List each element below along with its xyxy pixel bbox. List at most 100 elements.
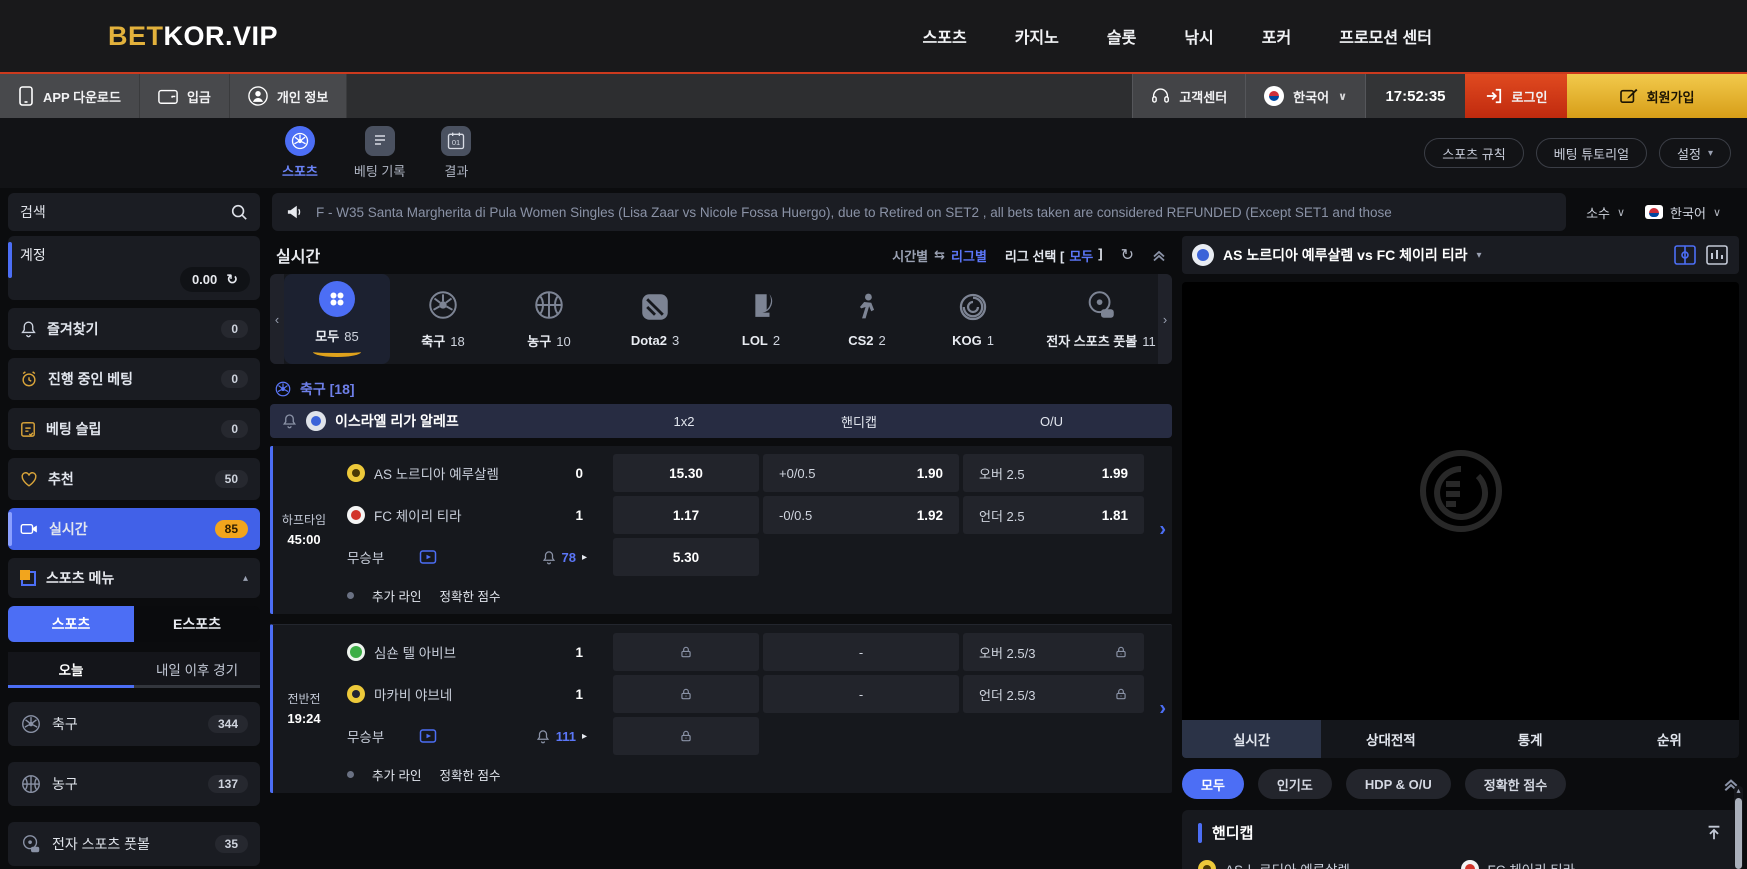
category-football[interactable]: 축구18	[390, 274, 496, 364]
sort-toggle[interactable]: 시간별 ⇆ 리그별	[892, 246, 987, 265]
nav-sports[interactable]: 스포츠	[923, 24, 967, 48]
category-cs2[interactable]: CS22	[814, 274, 920, 364]
sidebar-item-recommended[interactable]: 추천 50	[8, 458, 260, 500]
tab-standings[interactable]: 순위	[1600, 720, 1739, 758]
more-markets-button[interactable]: 78 ▸	[542, 550, 598, 565]
category-efootball[interactable]: 전자 스포츠 풋볼11	[1026, 274, 1158, 364]
filter-hdp-ou[interactable]: HDP & O/U	[1346, 769, 1451, 799]
bell-icon	[536, 729, 550, 744]
more-markets-button[interactable]: 111 ▸	[536, 729, 597, 744]
odds-over[interactable]: 오버 2.51.99	[963, 454, 1144, 492]
profile-button[interactable]: 개인 정보	[230, 74, 347, 118]
nav-fishing[interactable]: 낚시	[1184, 24, 1213, 48]
statistics-icon[interactable]	[1705, 244, 1729, 266]
sidebar-item-open-bets[interactable]: 진행 중인 베팅 0	[8, 358, 260, 400]
tab-head-to-head[interactable]: 상대전적	[1321, 720, 1460, 758]
sport-count: 137	[208, 775, 248, 793]
tab-esports-filter[interactable]: E스포츠	[134, 606, 260, 642]
category-dota2[interactable]: Dota23	[602, 274, 708, 364]
lock-icon	[679, 729, 693, 743]
odds-under-locked: 언더 2.5/3	[963, 675, 1144, 713]
correct-score-link[interactable]: 정확한 점수	[439, 765, 500, 784]
tab-live[interactable]: 실시간	[1182, 720, 1321, 758]
collapse-all-icon[interactable]	[1152, 248, 1166, 262]
sports-menu-header[interactable]: 스포츠 메뉴 ▴	[8, 558, 260, 598]
sports-rules-button[interactable]: 스포츠 규칙	[1424, 138, 1523, 168]
nav-slots[interactable]: 슬롯	[1107, 24, 1136, 48]
ticker-language-selector[interactable]: 한국어 ∨	[1645, 203, 1721, 222]
odds-away-handicap[interactable]: -0/0.51.92	[763, 496, 959, 534]
live-stream-icon[interactable]	[419, 549, 437, 565]
filter-correct-score[interactable]: 정확한 점수	[1465, 769, 1566, 799]
login-button[interactable]: 로그인	[1465, 74, 1567, 118]
brand-logo-suffix: KOR.VIP	[164, 21, 279, 51]
search-input[interactable]	[20, 204, 230, 220]
bell-icon[interactable]	[282, 413, 297, 429]
language-selector[interactable]: 한국어 ∨	[1245, 74, 1365, 118]
scroll-right-arrow[interactable]: ›	[1158, 274, 1172, 364]
sidebar-item-bet-slip[interactable]: 베팅 슬립 0	[8, 408, 260, 450]
markets-count: 78	[562, 550, 576, 565]
scrollbar-up-arrow[interactable]: ▴	[1736, 786, 1740, 796]
category-lol[interactable]: LOL2	[708, 274, 814, 364]
signup-button[interactable]: 회원가입	[1567, 74, 1747, 118]
app-download-button[interactable]: APP 다운로드	[0, 74, 140, 118]
category-all[interactable]: 모두85	[284, 274, 390, 364]
tab-upcoming[interactable]: 내일 이후 경기	[134, 652, 260, 688]
balance-value: 0.00	[192, 272, 217, 287]
odds-away-handicap-empty: -	[763, 675, 959, 713]
settings-button[interactable]: 설정▾	[1659, 138, 1731, 168]
deposit-button[interactable]: 입금	[140, 74, 230, 118]
brand-logo[interactable]: BETKOR.VIP	[108, 21, 278, 52]
pitch-view-icon[interactable]	[1673, 244, 1697, 266]
caret-right-icon: ▸	[582, 552, 587, 563]
scroll-left-arrow[interactable]: ‹	[270, 274, 284, 364]
category-kog[interactable]: KOG1	[920, 274, 1026, 364]
panel-scrollbar[interactable]: ▴	[1734, 786, 1743, 869]
tab-sports[interactable]: 스포츠	[282, 126, 318, 180]
login-label: 로그인	[1512, 87, 1548, 106]
tab-bet-history[interactable]: 베팅 기록	[354, 126, 405, 180]
pin-to-top-icon[interactable]	[1705, 824, 1723, 842]
filter-popular[interactable]: 인기도	[1258, 769, 1332, 799]
odds-home-handicap[interactable]: +0/0.51.90	[763, 454, 959, 492]
category-count: 11	[1142, 334, 1156, 349]
deposit-label: 입금	[187, 87, 211, 106]
sidebar-sport-efootball[interactable]: 전자 스포츠 풋볼 35	[8, 822, 260, 866]
sidebar-sport-football[interactable]: 축구 344	[8, 702, 260, 746]
tab-today[interactable]: 오늘	[8, 652, 134, 688]
extra-lines-link[interactable]: 추가 라인	[372, 765, 421, 784]
nav-casino[interactable]: 카지노	[1015, 24, 1059, 48]
odds-draw[interactable]: 5.30	[613, 538, 759, 576]
expand-match-button[interactable]: ›	[1159, 519, 1166, 542]
announcement-ticker[interactable]: F - W35 Santa Margherita di Pula Women S…	[272, 193, 1566, 231]
tab-sports-filter[interactable]: 스포츠	[8, 606, 134, 642]
odds-format-label: 소수	[1586, 203, 1610, 222]
home-team-badge	[1198, 860, 1216, 869]
scrollbar-thumb[interactable]	[1735, 798, 1742, 869]
extra-lines-link[interactable]: 추가 라인	[372, 586, 421, 605]
odds-away-win[interactable]: 1.17	[613, 496, 759, 534]
odds-home-win[interactable]: 15.30	[613, 454, 759, 492]
balance-pill[interactable]: 0.00 ↻	[180, 267, 250, 292]
triangle-down-icon[interactable]: ▾	[1476, 250, 1481, 261]
nav-poker[interactable]: 포커	[1262, 24, 1291, 48]
odds-format-selector[interactable]: 소수 ∨	[1586, 203, 1625, 222]
sidebar-item-favorites[interactable]: 즐겨찾기 0	[8, 308, 260, 350]
nav-promotions[interactable]: 프로모션 센터	[1339, 24, 1432, 48]
sidebar-sport-basketball[interactable]: 농구 137	[8, 762, 260, 806]
column-header-handicap: 핸디캡	[759, 412, 959, 431]
support-button[interactable]: 고객센터	[1132, 74, 1245, 118]
betting-tutorial-button[interactable]: 베팅 튜토리얼	[1536, 138, 1647, 168]
odds-under[interactable]: 언더 2.51.81	[963, 496, 1144, 534]
filter-all[interactable]: 모두	[1182, 769, 1244, 799]
expand-match-button[interactable]: ›	[1159, 698, 1166, 721]
tab-results[interactable]: 01 결과	[441, 126, 471, 180]
sidebar-item-live[interactable]: 실시간 85	[8, 508, 260, 550]
tab-statistics[interactable]: 통계	[1461, 720, 1600, 758]
correct-score-link[interactable]: 정확한 점수	[439, 586, 500, 605]
category-basketball[interactable]: 농구10	[496, 274, 602, 364]
league-select-button[interactable]: 리그 선택 [ 모두 ]	[1005, 246, 1103, 265]
live-stream-icon[interactable]	[419, 728, 437, 744]
refresh-icon[interactable]: ↻	[1121, 245, 1134, 265]
